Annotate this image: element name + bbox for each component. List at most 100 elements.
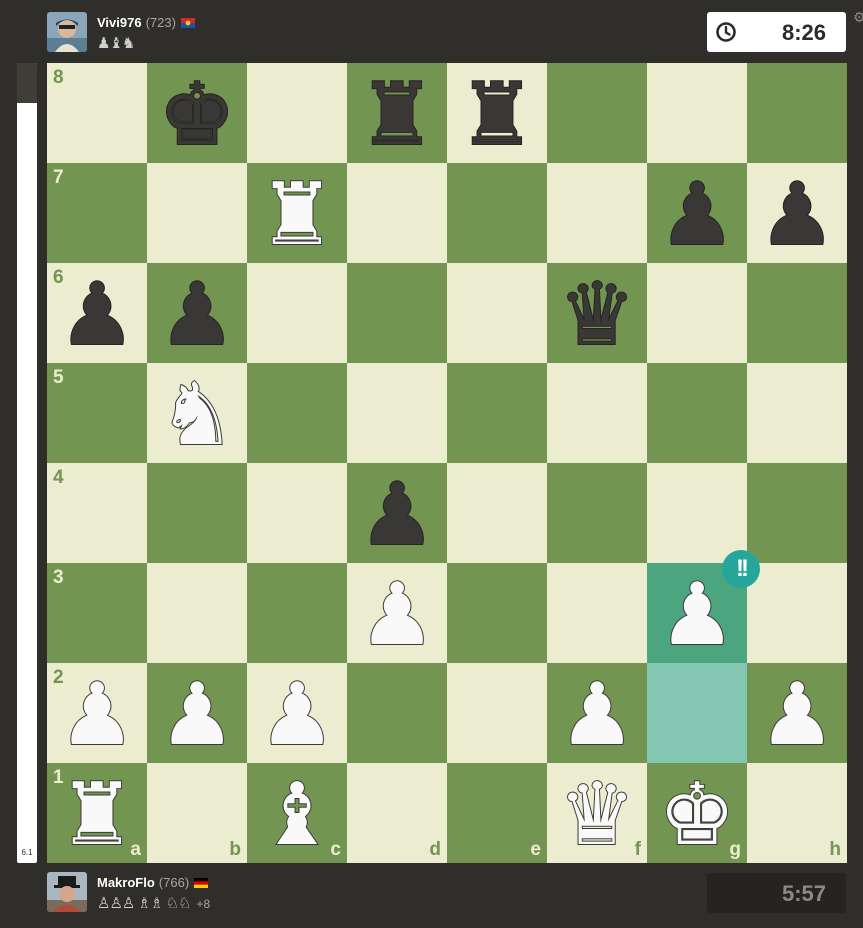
square-e5[interactable] xyxy=(447,363,547,463)
black-king-b8[interactable]: ♚ xyxy=(152,64,242,166)
square-g1[interactable]: g ♚ xyxy=(647,763,747,866)
square-d8[interactable]: ♜ xyxy=(347,63,447,166)
square-b1[interactable]: b xyxy=(147,763,247,863)
white-bishop-c1[interactable]: ♝ xyxy=(252,764,342,866)
square-f4[interactable] xyxy=(547,463,647,563)
bottom-player-name[interactable]: MakroFlo xyxy=(97,875,155,890)
white-pawn-h2[interactable]: ♟ xyxy=(752,664,842,766)
top-player-name[interactable]: Vivi976 xyxy=(97,15,142,30)
square-h7[interactable]: ♟ xyxy=(747,163,847,266)
square-h3[interactable] xyxy=(747,563,847,663)
square-g7[interactable]: ♟ xyxy=(647,163,747,266)
square-c8[interactable] xyxy=(247,63,347,163)
square-f5[interactable] xyxy=(547,363,647,463)
square-a4[interactable]: 4 xyxy=(47,463,147,563)
square-e4[interactable] xyxy=(447,463,547,563)
square-e2[interactable] xyxy=(447,663,547,763)
top-player-clock: 8:26 xyxy=(707,12,846,52)
square-b4[interactable] xyxy=(147,463,247,563)
square-a2[interactable]: 2 ♟ xyxy=(47,663,147,766)
square-a5[interactable]: 5 xyxy=(47,363,147,463)
square-e3[interactable] xyxy=(447,563,547,663)
black-rook-e8[interactable]: ♜ xyxy=(452,64,542,166)
square-e7[interactable] xyxy=(447,163,547,263)
black-pawn-g7[interactable]: ♟ xyxy=(652,164,742,266)
square-d5[interactable] xyxy=(347,363,447,463)
square-d1[interactable]: d xyxy=(347,763,447,863)
black-pawn-b6[interactable]: ♟ xyxy=(152,264,242,366)
chess-board[interactable]: 8 ♚ ♜ ♜ 7 ♜ ♟ ♟ 6 ♟ ♟ ♛ 5 ♞ 4 ♟ 3 ♟ ♟ 2 ♟ ♟ ♟ ♟ ♟ 1 a ♜ b c ♝ d e f ♛ g ♚ h!! xyxy=(47,63,847,866)
square-f2[interactable]: ♟ xyxy=(547,663,647,766)
square-e8[interactable]: ♜ xyxy=(447,63,547,166)
white-pawn-f2[interactable]: ♟ xyxy=(552,664,642,766)
white-pawn-b2[interactable]: ♟ xyxy=(152,664,242,766)
svg-text:♛: ♛ xyxy=(558,768,635,858)
black-rook-d8[interactable]: ♜ xyxy=(352,64,442,166)
square-h2[interactable]: ♟ xyxy=(747,663,847,766)
square-c3[interactable] xyxy=(247,563,347,663)
settings-gear-icon[interactable]: ⚙ xyxy=(853,10,863,24)
white-queen-f1[interactable]: ♛ xyxy=(552,764,642,866)
rank-label-7: 7 xyxy=(53,167,64,188)
square-g5[interactable] xyxy=(647,363,747,463)
square-f8[interactable] xyxy=(547,63,647,163)
square-a6[interactable]: 6 ♟ xyxy=(47,263,147,366)
square-c6[interactable] xyxy=(247,263,347,363)
svg-text:♟: ♟ xyxy=(258,668,335,758)
white-king-g1[interactable]: ♚ xyxy=(652,764,742,866)
svg-text:♟: ♟ xyxy=(758,168,835,258)
square-h5[interactable] xyxy=(747,363,847,463)
square-a7[interactable]: 7 xyxy=(47,163,147,263)
square-e6[interactable] xyxy=(447,263,547,363)
square-f6[interactable]: ♛ xyxy=(547,263,647,366)
black-queen-f6[interactable]: ♛ xyxy=(552,264,642,366)
square-h8[interactable] xyxy=(747,63,847,163)
square-a3[interactable]: 3 xyxy=(47,563,147,663)
square-h6[interactable] xyxy=(747,263,847,363)
white-pawn-a2[interactable]: ♟ xyxy=(52,664,142,766)
square-e1[interactable]: e xyxy=(447,763,547,863)
square-h4[interactable] xyxy=(747,463,847,563)
square-f7[interactable] xyxy=(547,163,647,263)
square-b3[interactable] xyxy=(147,563,247,663)
square-d2[interactable] xyxy=(347,663,447,763)
square-c2[interactable]: ♟ xyxy=(247,663,347,766)
square-d7[interactable] xyxy=(347,163,447,263)
square-f3[interactable] xyxy=(547,563,647,663)
top-player-name-line: Vivi976 (723) xyxy=(97,15,195,30)
square-g8[interactable] xyxy=(647,63,747,163)
black-pawn-h7[interactable]: ♟ xyxy=(752,164,842,266)
white-rook-c7[interactable]: ♜ xyxy=(252,164,342,266)
square-d6[interactable] xyxy=(347,263,447,363)
square-d3[interactable]: ♟ xyxy=(347,563,447,666)
svg-text:♟: ♟ xyxy=(658,568,735,658)
square-b7[interactable] xyxy=(147,163,247,263)
square-c4[interactable] xyxy=(247,463,347,563)
square-c1[interactable]: c ♝ xyxy=(247,763,347,866)
black-pawn-a6[interactable]: ♟ xyxy=(52,264,142,366)
bottom-player-rating: (766) xyxy=(158,875,190,890)
white-rook-a1[interactable]: ♜ xyxy=(52,764,142,866)
black-pawn-d4[interactable]: ♟ xyxy=(352,464,442,566)
square-a8[interactable]: 8 xyxy=(47,63,147,163)
top-player-avatar[interactable] xyxy=(47,12,87,52)
square-b6[interactable]: ♟ xyxy=(147,263,247,366)
square-f1[interactable]: f ♛ xyxy=(547,763,647,866)
square-c5[interactable] xyxy=(247,363,347,463)
white-pawn-d3[interactable]: ♟ xyxy=(352,564,442,666)
square-g4[interactable] xyxy=(647,463,747,563)
square-b5[interactable]: ♞ xyxy=(147,363,247,466)
square-b2[interactable]: ♟ xyxy=(147,663,247,766)
svg-text:♚: ♚ xyxy=(158,68,235,158)
square-a1[interactable]: 1 a ♜ xyxy=(47,763,147,866)
bottom-player-avatar[interactable] xyxy=(47,872,87,912)
white-pawn-c2[interactable]: ♟ xyxy=(252,664,342,766)
svg-text:♟: ♟ xyxy=(558,668,635,758)
square-c7[interactable]: ♜ xyxy=(247,163,347,266)
square-h1[interactable]: h xyxy=(747,763,847,863)
square-b8[interactable]: ♚ xyxy=(147,63,247,166)
white-knight-b5[interactable]: ♞ xyxy=(152,364,242,466)
square-g2[interactable] xyxy=(647,663,747,763)
square-g6[interactable] xyxy=(647,263,747,363)
square-d4[interactable]: ♟ xyxy=(347,463,447,566)
